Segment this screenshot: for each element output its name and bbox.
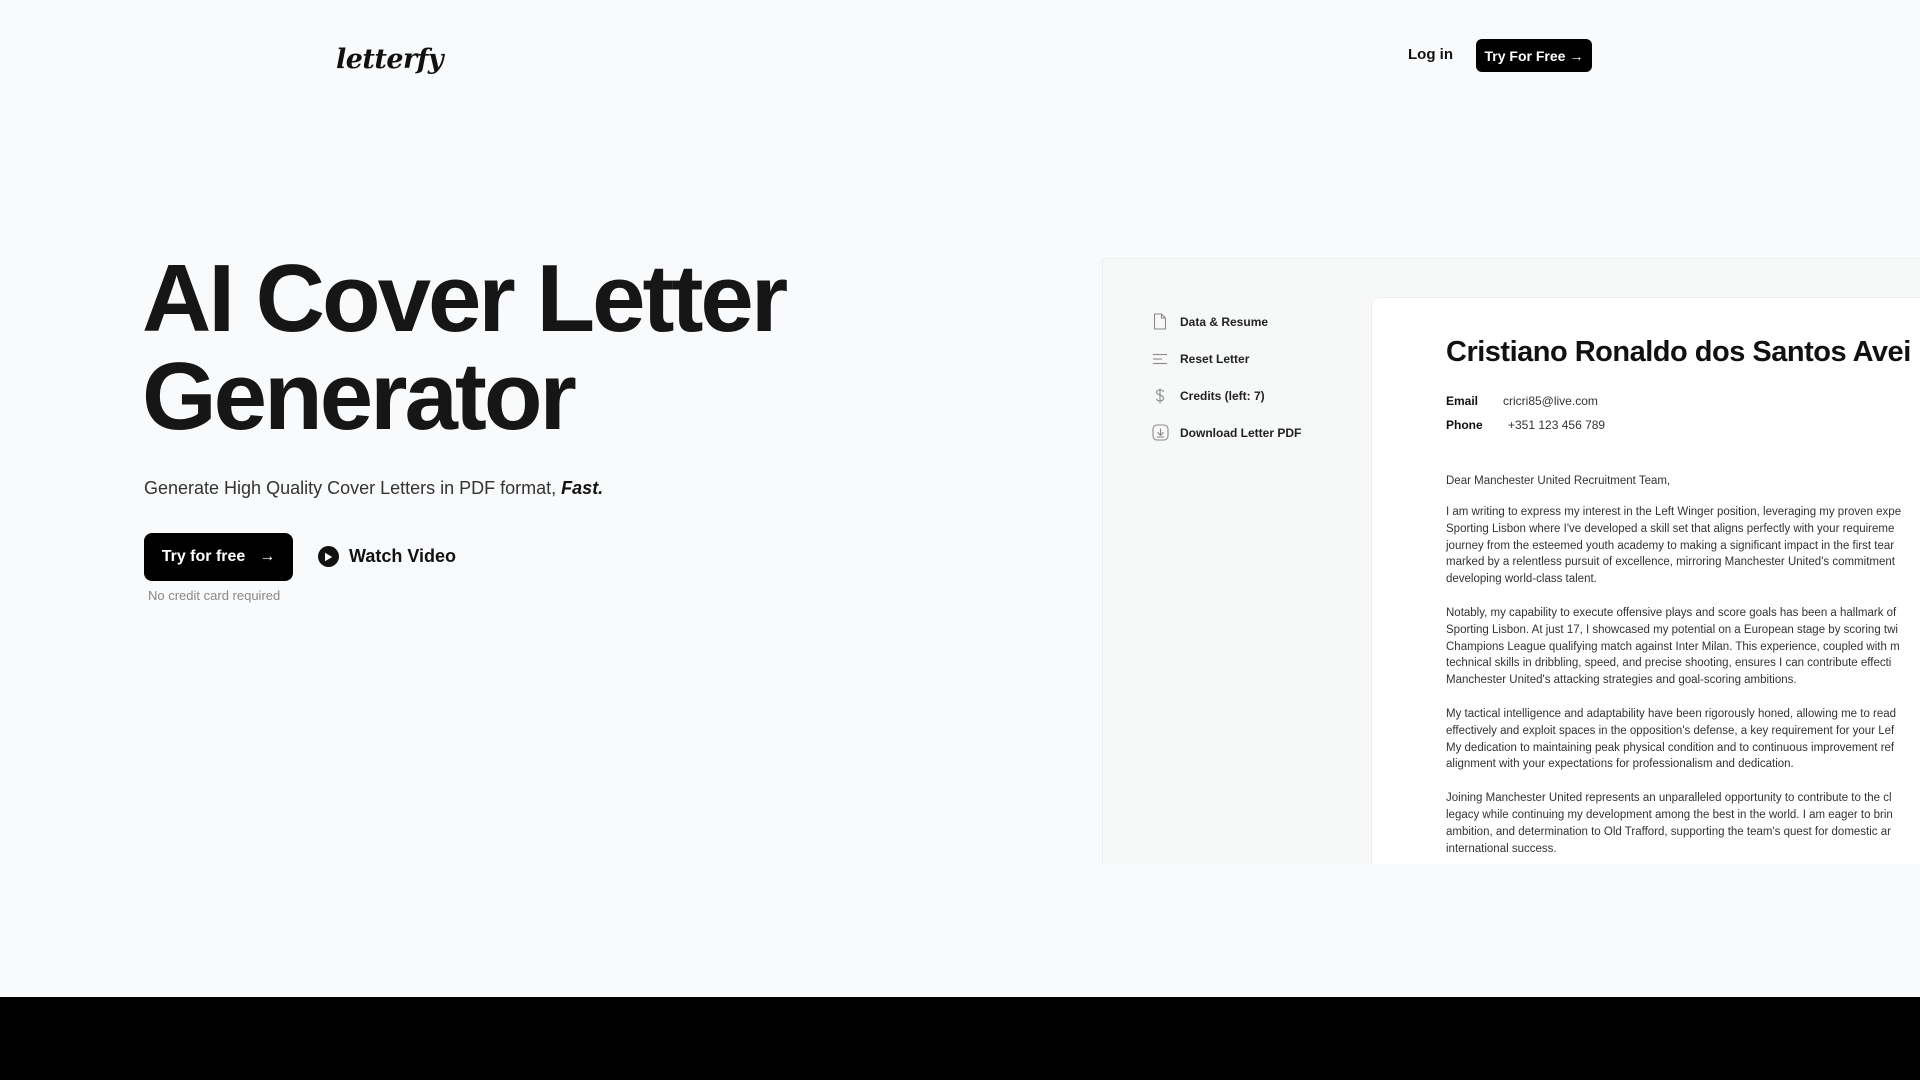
lines-icon bbox=[1151, 350, 1169, 368]
footer-band bbox=[0, 997, 1920, 1080]
hero-subtitle-text: Generate High Quality Cover Letters in P… bbox=[144, 478, 562, 498]
menu-item-data-resume[interactable]: Data & Resume bbox=[1151, 303, 1301, 340]
letter-line: Sporting Lisbon. At just 17, I showcased… bbox=[1446, 623, 1898, 636]
cover-letter-document: Cristiano Ronaldo dos Santos Avei Email … bbox=[1371, 297, 1920, 864]
letter-line: Champions League qualifying match agains… bbox=[1446, 640, 1900, 653]
hero-subtitle: Generate High Quality Cover Letters in P… bbox=[144, 478, 603, 499]
preview-side-menu: Data & Resume Reset Letter Credits (left… bbox=[1151, 303, 1301, 451]
watch-video-label: Watch Video bbox=[349, 546, 457, 566]
letter-line: legacy while continuing my development a… bbox=[1446, 808, 1893, 821]
letter-line: Sporting Lisbon where I've developed a s… bbox=[1446, 522, 1895, 535]
letter-paragraph: Joining Manchester United represents an … bbox=[1446, 790, 1920, 857]
menu-item-download-pdf[interactable]: Download Letter PDF bbox=[1151, 414, 1301, 451]
letter-line: Notably, my capability to execute offens… bbox=[1446, 606, 1897, 619]
nav-cta-label: Try For Free bbox=[1484, 47, 1566, 64]
hero-title-line1: AI Cover Letter bbox=[142, 245, 788, 352]
try-for-free-button[interactable]: Try for free → bbox=[144, 533, 293, 581]
menu-item-credits[interactable]: Credits (left: 7) bbox=[1151, 377, 1301, 414]
letter-line: technical skills in dribbling, speed, an… bbox=[1446, 657, 1892, 670]
arrow-right-icon: → bbox=[259, 548, 276, 565]
menu-item-label: Download Letter PDF bbox=[1180, 425, 1302, 440]
letter-paragraph: My tactical intelligence and adaptabilit… bbox=[1446, 706, 1920, 773]
email-value: cricri85@live.com bbox=[1503, 394, 1598, 408]
hero-title-line2: Generator bbox=[142, 343, 577, 450]
download-icon bbox=[1151, 424, 1169, 442]
letter-line: Joining Manchester United represents an … bbox=[1446, 792, 1892, 805]
letter-line: My tactical intelligence and adaptabilit… bbox=[1446, 707, 1897, 720]
email-label: Email bbox=[1446, 394, 1479, 408]
letter-line: effectively and exploit spaces in the op… bbox=[1446, 724, 1895, 737]
dollar-icon bbox=[1151, 387, 1169, 405]
hero-subtitle-emphasis: Fast. bbox=[561, 478, 604, 498]
letter-salutation: Dear Manchester United Recruitment Team, bbox=[1446, 475, 1671, 487]
arrow-right-icon: → bbox=[1569, 47, 1584, 64]
letter-line: alignment with your expectations for pro… bbox=[1446, 758, 1794, 771]
letter-line: I am writing to express my interest in t… bbox=[1446, 506, 1902, 518]
contact-phone-row: Phone +351 123 456 789 bbox=[1446, 413, 1920, 437]
letter-line: Manchester United's attacking strategies… bbox=[1446, 674, 1797, 687]
menu-item-reset-letter[interactable]: Reset Letter bbox=[1151, 340, 1301, 377]
contact-email-row: Email cricri85@live.com bbox=[1446, 389, 1920, 413]
watch-video-button[interactable]: Watch Video bbox=[318, 546, 456, 567]
letter-line: journey from the esteemed youth academy … bbox=[1446, 539, 1895, 552]
menu-item-label: Credits (left: 7) bbox=[1180, 388, 1265, 403]
menu-item-label: Data & Resume bbox=[1180, 314, 1269, 329]
letter-paragraph: Notably, my capability to execute offens… bbox=[1446, 605, 1920, 689]
logo[interactable]: letterfy bbox=[336, 44, 444, 75]
letter-line: developing world-class talent. bbox=[1446, 573, 1597, 586]
try-for-free-nav-button[interactable]: Try For Free → bbox=[1476, 39, 1592, 72]
menu-item-label: Reset Letter bbox=[1180, 351, 1250, 366]
letter-line: My dedication to maintaining peak physic… bbox=[1446, 741, 1895, 754]
letter-applicant-name: Cristiano Ronaldo dos Santos Avei bbox=[1446, 336, 1911, 368]
no-credit-card-note: No credit card required bbox=[148, 588, 281, 603]
letter-line: international success. bbox=[1446, 842, 1557, 855]
document-icon bbox=[1151, 313, 1169, 331]
primary-cta-label: Try for free bbox=[161, 548, 246, 565]
phone-label: Phone bbox=[1446, 418, 1483, 432]
play-icon bbox=[318, 546, 339, 567]
phone-value: +351 123 456 789 bbox=[1508, 418, 1606, 432]
letter-line: marked by a relentless pursuit of excell… bbox=[1446, 556, 1895, 569]
letter-paragraph: I am writing to express my interest in t… bbox=[1446, 504, 1920, 588]
letter-contact: Email cricri85@live.com Phone +351 123 4… bbox=[1446, 389, 1920, 437]
login-link[interactable]: Log in bbox=[1408, 46, 1453, 63]
letter-line: ambition, and determination to Old Traff… bbox=[1446, 825, 1891, 838]
app-preview: Data & Resume Reset Letter Credits (left… bbox=[1102, 258, 1920, 864]
hero-title: AI Cover Letter Generator bbox=[142, 250, 902, 446]
